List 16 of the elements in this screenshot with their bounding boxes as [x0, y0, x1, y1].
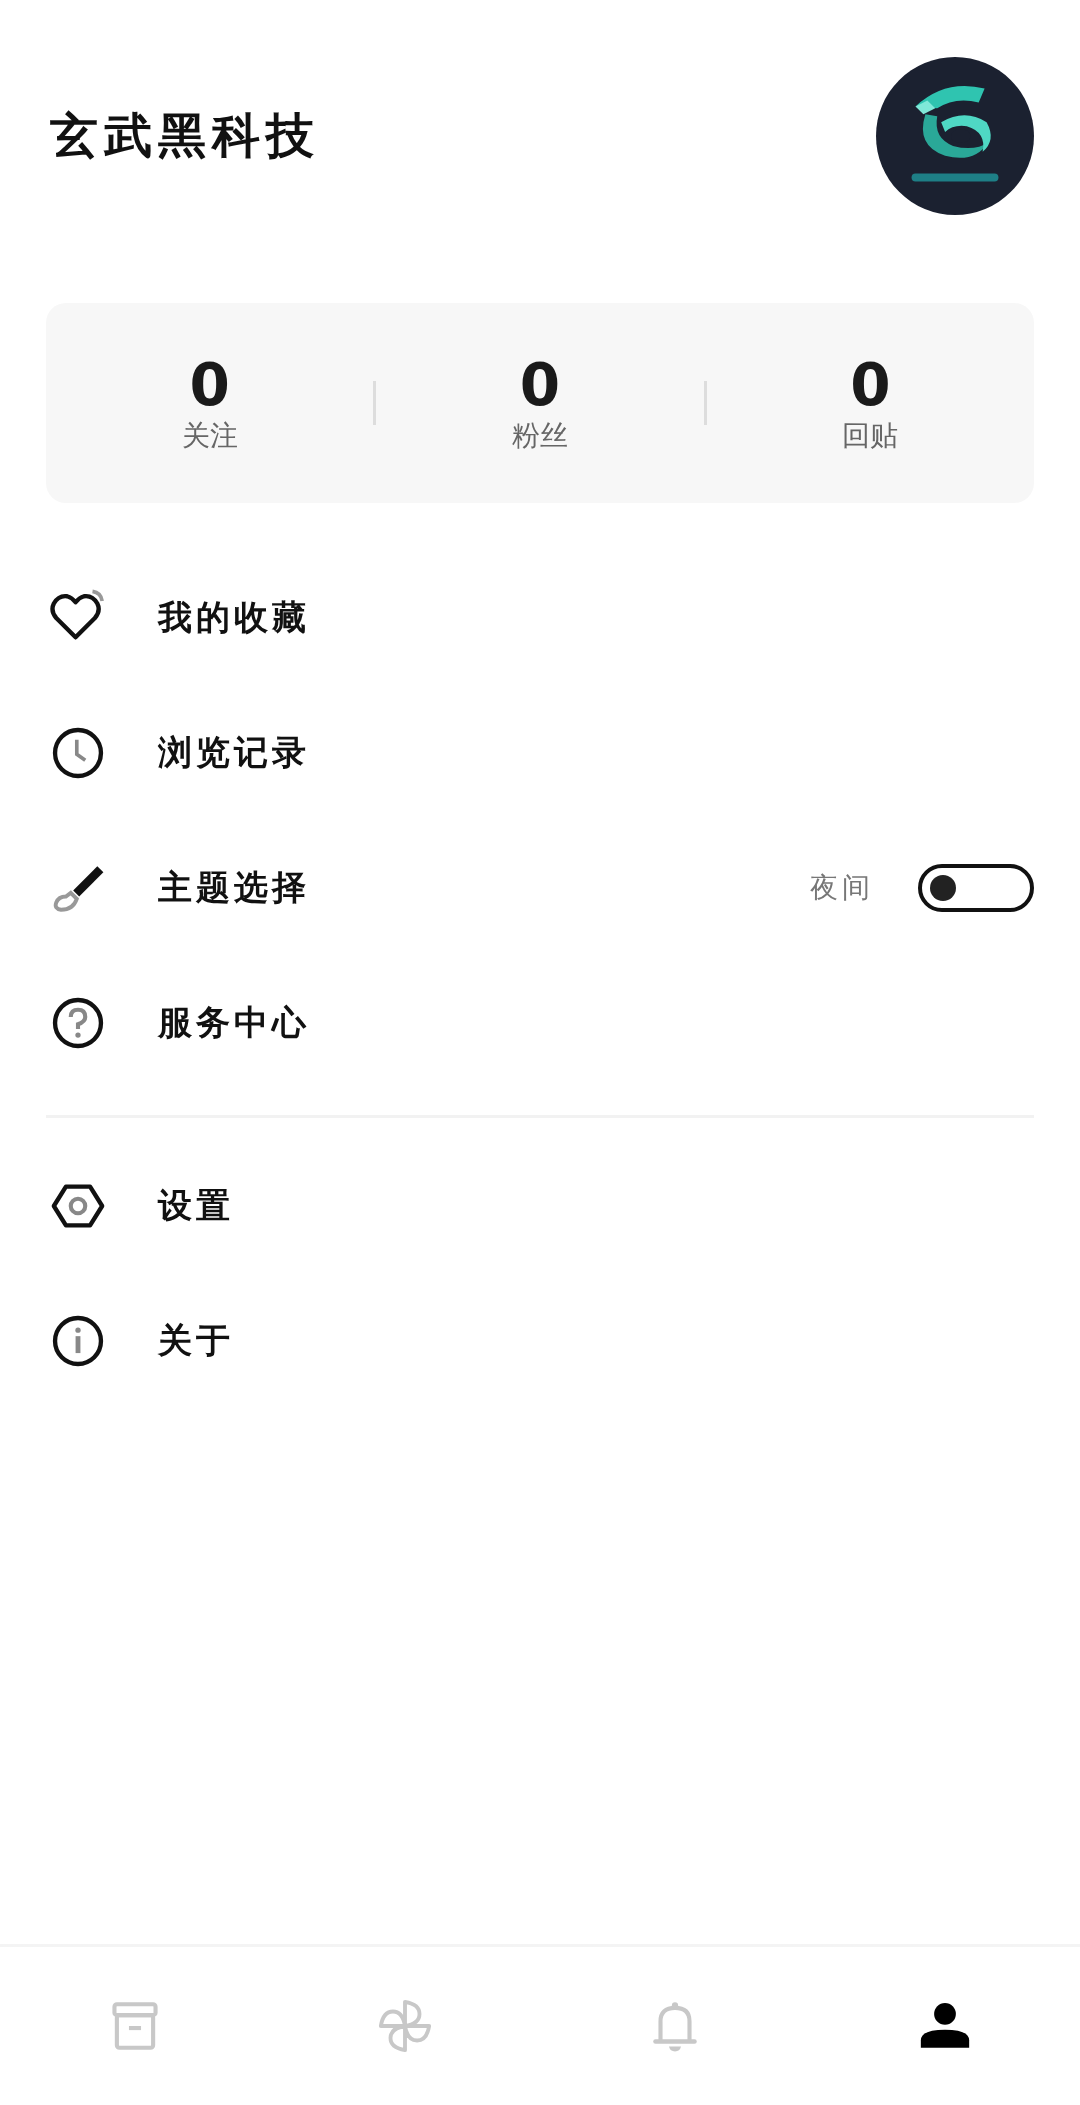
stat-label[interactable]: 回贴	[842, 418, 899, 454]
stat-label[interactable]: 粉丝	[512, 418, 568, 454]
stat-count[interactable]: 0	[519, 352, 561, 418]
menu-item[interactable]: 关于	[158, 1317, 234, 1364]
stat-count[interactable]: 0	[850, 352, 891, 418]
menu-item[interactable]: 浏览记录	[158, 729, 310, 776]
stat-count[interactable]: 0	[189, 352, 230, 418]
pinwheel-icon[interactable]	[376, 1997, 434, 2055]
stat-label[interactable]: 关注	[181, 418, 238, 454]
profile-title: 玄武黑科技	[50, 105, 320, 165]
menu-item[interactable]: 设置	[158, 1182, 234, 1229]
menu-item[interactable]: 主题选择	[158, 864, 310, 911]
menu-item[interactable]: 服务中心	[158, 999, 310, 1046]
night-mode-switch[interactable]	[918, 863, 1034, 912]
menu-item[interactable]: 我的收藏	[158, 594, 310, 641]
toggle-label: 夜间	[810, 869, 874, 906]
